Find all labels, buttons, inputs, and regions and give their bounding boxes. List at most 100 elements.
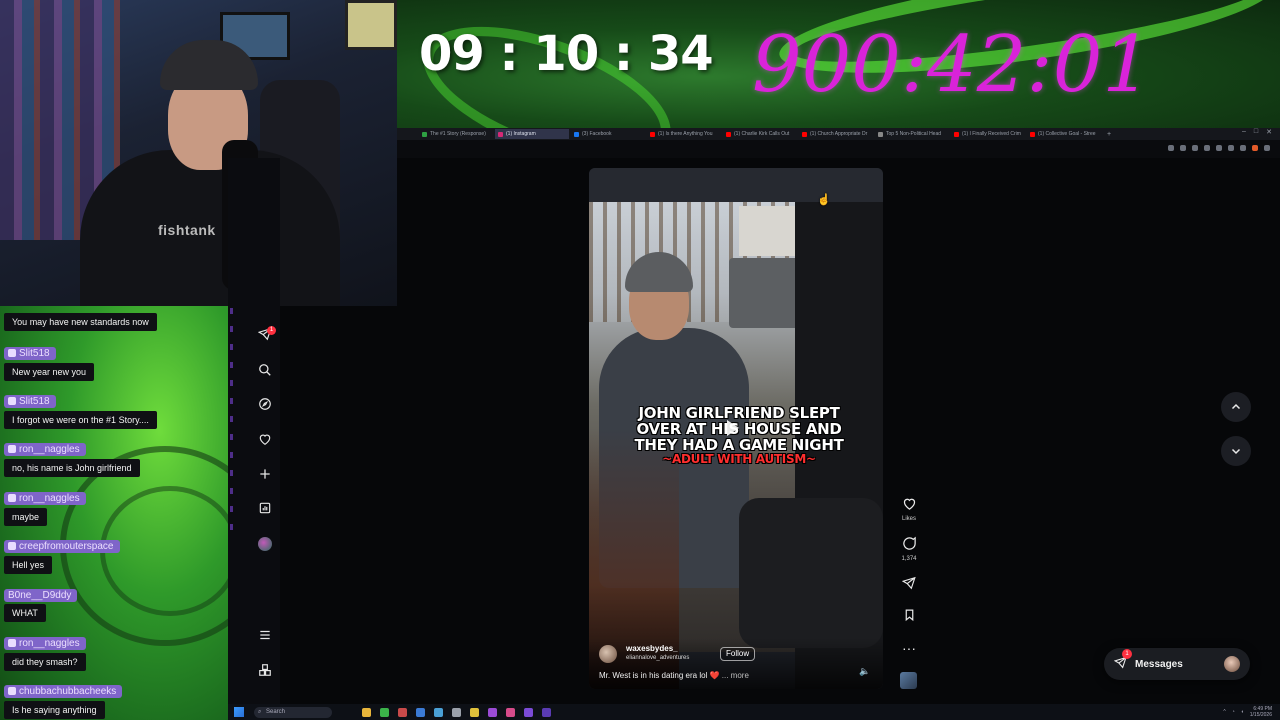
author-username[interactable]: waxesbydes_ (626, 644, 678, 653)
wifi-icon[interactable]: ◔ (1232, 709, 1235, 715)
more-options-action[interactable]: ··· (898, 640, 920, 656)
subscriber-badge-icon (8, 397, 16, 405)
app-icon[interactable] (434, 707, 443, 717)
chat-message: chubbachubbacheeks Is he saying anything (4, 682, 123, 719)
new-tab-button[interactable]: + (1107, 131, 1111, 138)
follow-button[interactable]: Follow (720, 647, 756, 661)
previous-reel-button[interactable] (1221, 392, 1251, 422)
share-icon[interactable] (1180, 145, 1186, 151)
meta-apps-icon[interactable] (257, 663, 273, 679)
comment-icon[interactable] (898, 536, 920, 554)
bookmark-icon[interactable] (898, 608, 920, 625)
browser-tab[interactable]: (1) Charlie Kirk Calls Out (723, 129, 797, 139)
chat-message-text: did they smash? (4, 653, 86, 671)
premiere-icon[interactable] (542, 707, 551, 717)
windows-taskbar: ⌕ Search ^ ◔ ◖ 6:49 PM 1/15/2026 (228, 704, 1280, 720)
app-icon[interactable] (524, 707, 533, 717)
browser-tab[interactable]: (1) Is there Anything You (647, 129, 721, 139)
tab-favicon (650, 131, 655, 137)
author-avatar[interactable] (599, 645, 617, 663)
explore-icon[interactable] (257, 397, 273, 413)
menu-icon[interactable] (1264, 145, 1270, 151)
chat-username[interactable]: ron__naggles (4, 491, 86, 505)
share-action[interactable] (898, 576, 920, 593)
play-icon[interactable] (727, 420, 739, 436)
reel-video[interactable]: JOHN GIRLFRIEND SLEPT OVER AT HIS HOUSE … (589, 168, 883, 689)
app-icon[interactable] (416, 707, 425, 717)
clock-date: 1/15/2026 (1249, 712, 1272, 718)
browser-tab[interactable]: (1) I Finally Received Crim (951, 129, 1025, 139)
volume-icon[interactable]: ◖ (1241, 709, 1244, 715)
windows-start-icon[interactable] (234, 707, 244, 717)
app-icon[interactable] (506, 707, 515, 717)
chat-username[interactable]: ron__naggles (4, 442, 86, 456)
more-options-icon[interactable]: ··· (898, 640, 920, 656)
extension-icon[interactable] (1216, 145, 1222, 151)
like-heart-icon[interactable] (898, 496, 920, 514)
chat-username-text: ron__naggles (19, 492, 80, 504)
tab-favicon (422, 131, 427, 137)
profile-avatar[interactable] (258, 537, 272, 551)
author-collab[interactable]: eliannalove_adventures (626, 655, 689, 661)
browser-tab[interactable]: (1) Church Appropriate Dr (799, 129, 873, 139)
chat-username[interactable]: B0ne__D9ddy (4, 589, 78, 602)
reel-house (739, 206, 799, 256)
chat-message-text: no, his name is John girlfriend (4, 459, 140, 477)
more-link[interactable]: ... more (722, 671, 749, 680)
save-action[interactable] (898, 608, 920, 625)
countdown-timer: 09 : 10 : 34 (419, 26, 714, 82)
chat-username[interactable]: chubbachubbacheeks (4, 684, 123, 698)
system-tray: ^ ◔ ◖ 6:49 PM 1/15/2026 (1223, 706, 1272, 718)
tab-label: The #1 Story (Response) (430, 131, 486, 137)
messages-label: Messages (1135, 658, 1183, 670)
menu-icon[interactable] (257, 628, 273, 644)
browser-tab[interactable]: The #1 Story (Response) (419, 129, 493, 139)
subscriber-badge-icon (8, 639, 16, 647)
dashboard-icon[interactable] (257, 501, 273, 517)
audio-thumbnail[interactable] (900, 672, 917, 689)
app-icon[interactable] (488, 707, 497, 717)
browser-tab[interactable]: (1) Collective Goal - Stree (1027, 129, 1101, 139)
chat-username[interactable]: Slit518 (4, 394, 56, 408)
brave-icon[interactable] (1252, 145, 1258, 151)
messages-button[interactable]: 1 Messages (1104, 648, 1250, 680)
browser-tab[interactable]: Top 5 Non-Political Head (875, 129, 949, 139)
maximize-icon[interactable]: □ (1254, 128, 1258, 136)
reel-top-bar (589, 168, 883, 202)
extension-icon[interactable] (1228, 145, 1234, 151)
chat-username[interactable]: creepfromouterspace (4, 539, 120, 553)
mute-icon[interactable]: 🔈 (859, 666, 870, 677)
tab-favicon (802, 131, 807, 137)
zoom-icon[interactable] (1168, 145, 1174, 151)
extension-icon[interactable] (1204, 145, 1210, 151)
extension-icon[interactable] (1240, 145, 1246, 151)
minimize-icon[interactable]: – (1242, 128, 1246, 136)
taskbar-search[interactable]: ⌕ Search (254, 706, 332, 718)
taskbar-clock[interactable]: 6:49 PM 1/15/2026 (1250, 706, 1272, 718)
subscriber-badge-icon (8, 542, 16, 550)
tray-arrow-icon[interactable]: ^ (1223, 709, 1225, 715)
search-icon[interactable] (257, 363, 273, 379)
reel-description-text: Mr. West is in his dating era lol (599, 671, 708, 680)
tab-label: (1) Charlie Kirk Calls Out (734, 131, 790, 137)
next-reel-button[interactable] (1221, 436, 1251, 466)
settings-icon[interactable] (452, 707, 461, 717)
chat-message-text: Hell yes (4, 556, 53, 574)
xbox-icon[interactable] (380, 707, 389, 717)
heart-icon[interactable] (257, 432, 273, 448)
bookmark-icon[interactable] (1192, 145, 1198, 151)
browser-tab-active[interactable]: (1) Instagram (495, 129, 569, 139)
chat-username-text: Slit518 (19, 395, 50, 407)
like-action[interactable]: Likes (898, 496, 920, 522)
app-icon[interactable] (470, 707, 479, 717)
chat-username[interactable]: ron__naggles (4, 636, 86, 650)
left-gutter (228, 158, 250, 704)
file-explorer-icon[interactable] (362, 707, 371, 717)
create-icon[interactable] (257, 467, 273, 483)
share-icon[interactable] (898, 576, 920, 593)
chat-username[interactable]: Slit518 (4, 346, 56, 360)
app-icon[interactable] (398, 707, 407, 717)
close-icon[interactable]: ✕ (1266, 128, 1272, 136)
browser-tab[interactable]: (3) Facebook (571, 129, 645, 139)
comment-action[interactable]: 1,374 (898, 536, 920, 562)
